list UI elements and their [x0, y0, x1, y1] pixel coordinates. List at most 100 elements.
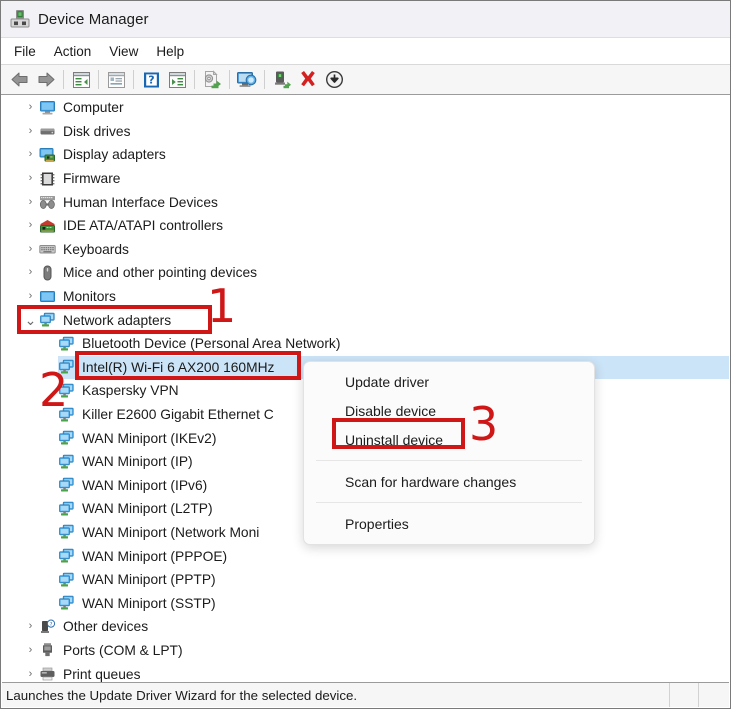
menu-item-disable-device[interactable]: Disable device [304, 396, 594, 425]
chevron-right-icon[interactable]: › [22, 644, 39, 656]
menu-item-uninstall-device[interactable]: Uninstall device [304, 425, 594, 454]
printer-icon [39, 666, 56, 682]
show-hide-action-pane-icon[interactable] [164, 67, 190, 93]
chevron-right-icon[interactable]: › [22, 102, 39, 113]
tree-row-label: Killer E2600 Gigabit Ethernet C [82, 407, 274, 423]
tree-row-label: Network adapters [63, 312, 172, 328]
tree-row-human-interface-devices[interactable]: › Human Interface Devices [2, 190, 729, 214]
chevron-right-icon[interactable]: › [22, 267, 39, 278]
status-bar: Launches the Update Driver Wizard for th… [2, 682, 729, 707]
update-driver-icon[interactable] [199, 67, 225, 93]
tree-row-label: Human Interface Devices [63, 194, 218, 210]
menu-separator [316, 460, 582, 461]
toolbar-separator [264, 70, 265, 89]
chevron-right-icon[interactable]: › [22, 125, 39, 137]
help-icon[interactable]: ? [138, 67, 164, 93]
chevron-down-icon[interactable]: ⌄ [22, 313, 39, 327]
tree-row-computer[interactable]: › Computer [2, 96, 729, 120]
network-adapter-icon [58, 595, 75, 611]
tree-row-firmware[interactable]: › Firmware [2, 167, 729, 191]
menu-view[interactable]: View [100, 41, 147, 62]
tree-row-display-adapters[interactable]: › Display adapters [2, 143, 729, 167]
tree-row-disk-drives[interactable]: › Disk drives [2, 120, 729, 144]
device-manager-icon [9, 8, 31, 30]
computer-icon [39, 100, 56, 116]
device-manager-window: Device Manager File Action View Help ? ›… [0, 0, 731, 709]
tree-row-label: WAN Miniport (PPPOE) [82, 548, 228, 564]
tree-row-mice[interactable]: › Mice and other pointing devices [2, 261, 729, 285]
tree-row-label: Ports (COM & LPT) [63, 642, 183, 658]
network-adapter-icon [58, 572, 75, 588]
network-adapter-icon [58, 454, 75, 470]
forward-arrow-icon[interactable] [33, 67, 59, 93]
tree-row-label: Bluetooth Device (Personal Area Network) [82, 336, 341, 352]
tree-row-label: Display adapters [63, 147, 166, 163]
context-menu[interactable]: Update driver Disable device Uninstall d… [303, 361, 595, 545]
tree-row-wan-miniport-pptp[interactable]: WAN Miniport (PPTP) [2, 568, 729, 592]
chevron-right-icon[interactable]: › [22, 196, 39, 208]
keyboard-icon [39, 241, 56, 257]
chevron-right-icon[interactable]: › [22, 621, 39, 632]
network-adapter-icon [58, 383, 75, 399]
tree-row-wan-miniport-pppoe[interactable]: WAN Miniport (PPPOE) [2, 544, 729, 568]
tree-row-label: WAN Miniport (IP) [82, 454, 193, 470]
tree-row-label: WAN Miniport (Network Moni [82, 524, 260, 540]
tree-row-network-adapters[interactable]: ⌄ Network adapters [2, 308, 729, 332]
window-title: Device Manager [38, 10, 149, 28]
tree-row-label: Monitors [63, 289, 116, 305]
other-device-icon: ? [39, 619, 56, 635]
menu-item-update-driver[interactable]: Update driver [304, 367, 594, 396]
chevron-right-icon[interactable]: › [22, 668, 39, 680]
tree-row-wan-miniport-sstp[interactable]: WAN Miniport (SSTP) [2, 591, 729, 615]
resize-grip[interactable] [698, 683, 729, 707]
uninstall-device-icon[interactable] [295, 67, 321, 93]
network-adapter-icon [58, 359, 75, 375]
show-hide-console-tree-icon[interactable] [68, 67, 94, 93]
tree-row-ports[interactable]: › Ports (COM & LPT) [2, 639, 729, 663]
tree-row-label: WAN Miniport (SSTP) [82, 595, 216, 611]
back-arrow-icon[interactable] [7, 67, 33, 93]
network-adapter-icon [58, 407, 75, 423]
network-adapter-icon [58, 501, 75, 517]
scan-hardware-changes-icon[interactable] [234, 67, 260, 93]
chevron-right-icon[interactable]: › [22, 291, 39, 302]
network-adapter-icon [58, 477, 75, 493]
tree-row-ide-controllers[interactable]: › IDE ATA/ATAPI controllers [2, 214, 729, 238]
toolbar-separator [98, 70, 99, 89]
tree-row-label: WAN Miniport (L2TP) [82, 501, 213, 517]
chevron-right-icon[interactable]: › [22, 149, 39, 160]
menu-item-properties[interactable]: Properties [304, 509, 594, 538]
chevron-right-icon[interactable]: › [22, 220, 39, 231]
network-adapter-icon [58, 548, 75, 564]
tree-row-label: Disk drives [63, 123, 131, 139]
network-adapter-icon [58, 524, 75, 540]
tree-row-bluetooth-device[interactable]: Bluetooth Device (Personal Area Network) [2, 332, 729, 356]
menu-file[interactable]: File [5, 41, 45, 62]
display-adapter-icon [39, 147, 56, 163]
chevron-right-icon[interactable]: › [22, 243, 39, 255]
disable-device-icon[interactable] [321, 67, 347, 93]
tree-row-label: Kaspersky VPN [82, 383, 179, 399]
status-pane [669, 683, 698, 707]
enable-device-icon[interactable] [269, 67, 295, 93]
tree-row-monitors[interactable]: › Monitors [2, 285, 729, 309]
network-adapter-icon [58, 430, 75, 446]
tree-row-label: Firmware [63, 171, 121, 187]
chevron-right-icon[interactable]: › [22, 173, 39, 184]
toolbar-separator [133, 70, 134, 89]
properties-icon[interactable] [103, 67, 129, 93]
monitor-icon [39, 289, 56, 305]
menu-action[interactable]: Action [45, 41, 101, 62]
menu-bar: File Action View Help [1, 38, 730, 65]
menu-help[interactable]: Help [147, 41, 193, 62]
tree-row-label: Computer [63, 100, 124, 116]
menu-item-scan-for-hardware-changes[interactable]: Scan for hardware changes [304, 467, 594, 496]
tree-row-label: WAN Miniport (IPv6) [82, 477, 208, 493]
disk-drive-icon [39, 123, 56, 139]
port-icon [39, 642, 56, 658]
tree-row-other-devices[interactable]: › ? Other devices [2, 615, 729, 639]
tree-row-label: Intel(R) Wi-Fi 6 AX200 160MHz [82, 359, 279, 375]
tree-row-print-queues[interactable]: › Print queues [2, 662, 729, 682]
tree-row-keyboards[interactable]: › Keyboards [2, 238, 729, 262]
tree-row-label: Keyboards [63, 241, 129, 257]
